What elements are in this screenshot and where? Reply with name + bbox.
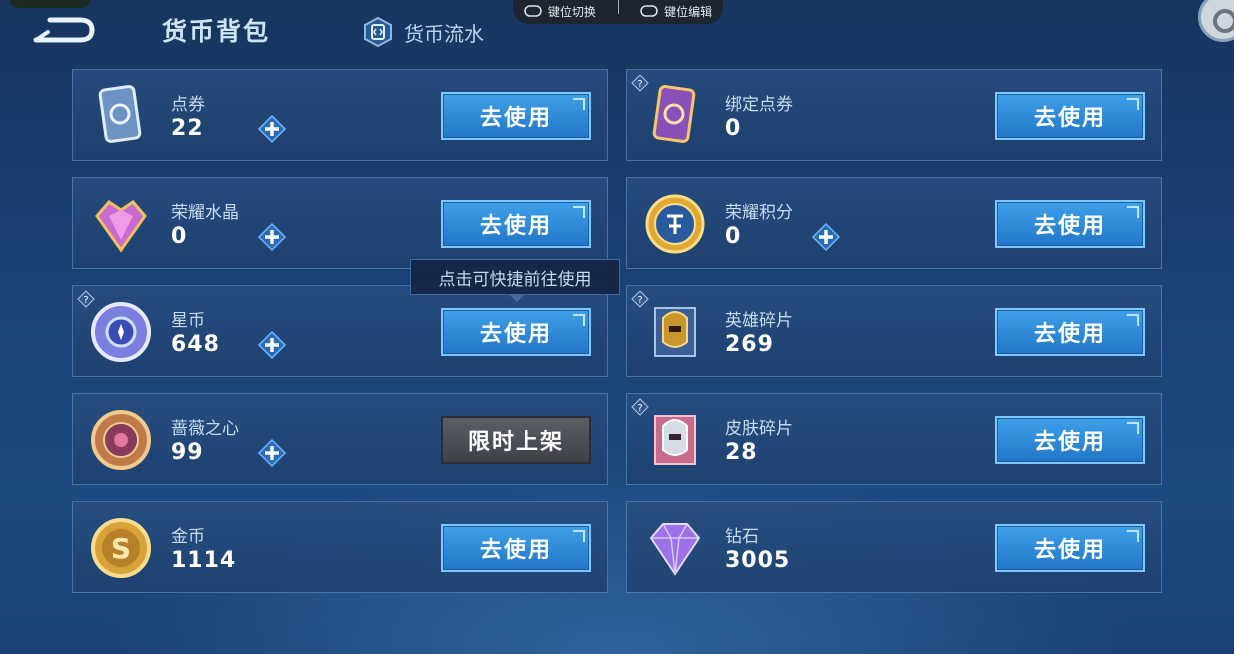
- glory-crystal-icon: [87, 190, 155, 258]
- back-button[interactable]: [28, 10, 98, 50]
- limited-time-button[interactable]: 限时上架: [441, 416, 591, 464]
- use-button[interactable]: 去使用: [995, 524, 1145, 572]
- gamepad-icon: [640, 5, 658, 17]
- card-gold-coin: S 金币 1114 去使用: [72, 501, 608, 593]
- tab-currency-flow[interactable]: 货币流水: [362, 16, 484, 48]
- currency-amount: 0: [725, 224, 742, 249]
- use-button[interactable]: 去使用: [441, 524, 591, 572]
- svg-text:S: S: [111, 532, 131, 565]
- key-switch-button[interactable]: 键位切换: [524, 3, 596, 20]
- plus-icon[interactable]: [257, 114, 287, 144]
- currency-name: 金币: [171, 527, 205, 547]
- currency-flow-icon: [364, 16, 392, 48]
- coupon-icon: [87, 82, 155, 150]
- rose-heart-icon: [87, 406, 155, 474]
- settings-button[interactable]: [1198, 0, 1234, 42]
- currency-amount: 269: [725, 332, 774, 357]
- use-button[interactable]: 去使用: [441, 200, 591, 248]
- plus-icon[interactable]: [257, 438, 287, 468]
- plus-icon[interactable]: [811, 222, 841, 252]
- currency-name: 荣耀积分: [725, 203, 793, 223]
- key-edit-label: 键位编辑: [664, 4, 713, 19]
- card-glory-crystal: 荣耀水晶 0 去使用: [72, 177, 608, 269]
- currency-name: 钻石: [725, 527, 759, 547]
- diamond-icon: [641, 514, 709, 582]
- use-tooltip: 点击可快捷前往使用: [410, 259, 620, 302]
- gold-coin-icon: S: [87, 514, 155, 582]
- skin-fragment-icon: [641, 406, 709, 474]
- currency-amount: 22: [171, 116, 204, 141]
- use-button[interactable]: 去使用: [441, 308, 591, 356]
- use-button[interactable]: 去使用: [441, 92, 591, 140]
- card-hero-fragment: ? 英雄碎片 269 去使用: [626, 285, 1162, 377]
- divider: [617, 0, 619, 14]
- card-glory-points: 荣耀积分 0 去使用: [626, 177, 1162, 269]
- key-mapping-bar: 键位切换 键位编辑: [513, 0, 723, 24]
- currency-amount: 1114: [171, 548, 237, 573]
- currency-amount: 0: [725, 116, 742, 141]
- card-star-coin: ? 星币 648 去使用: [72, 285, 608, 377]
- currency-amount: 0: [171, 224, 188, 249]
- top-bar: 货币背包 货币流水 键位切换 键位编辑: [0, 0, 1234, 60]
- gamepad-icon: [524, 5, 542, 17]
- currency-grid: 点券 22 去使用 ? 绑定点券 0 去使用 荣耀水晶 0 去使用 荣耀积分 0…: [72, 69, 1162, 593]
- plus-icon[interactable]: [257, 222, 287, 252]
- card-rose-heart: 蔷薇之心 99 限时上架: [72, 393, 608, 485]
- plus-icon[interactable]: [257, 330, 287, 360]
- hero-fragment-icon: [641, 298, 709, 366]
- currency-name: 英雄碎片: [725, 311, 793, 331]
- currency-name: 绑定点券: [725, 95, 793, 115]
- use-button[interactable]: 去使用: [995, 308, 1145, 356]
- card-diamond: 钻石 3005 去使用: [626, 501, 1162, 593]
- bound-coupon-icon: [641, 82, 709, 150]
- currency-name: 荣耀水晶: [171, 203, 239, 223]
- back-arrow-icon: [33, 17, 95, 43]
- currency-amount: 3005: [725, 548, 791, 573]
- currency-name: 皮肤碎片: [725, 419, 793, 439]
- currency-name: 星币: [171, 311, 205, 331]
- use-button[interactable]: 去使用: [995, 200, 1145, 248]
- tab-currency-flow-label: 货币流水: [404, 21, 484, 46]
- currency-name: 点券: [171, 95, 205, 115]
- card-coupon: 点券 22 去使用: [72, 69, 608, 161]
- card-skin-fragment: ? 皮肤碎片 28 去使用: [626, 393, 1162, 485]
- star-coin-icon: [87, 298, 155, 366]
- currency-amount: 99: [171, 440, 204, 465]
- glory-points-icon: [641, 190, 709, 258]
- key-edit-button[interactable]: 键位编辑: [640, 3, 712, 20]
- key-switch-label: 键位切换: [547, 4, 596, 19]
- currency-amount: 28: [725, 440, 758, 465]
- use-button[interactable]: 去使用: [995, 416, 1145, 464]
- tab-currency-wallet[interactable]: 货币背包: [162, 12, 270, 48]
- currency-amount: 648: [171, 332, 220, 357]
- currency-name: 蔷薇之心: [171, 419, 239, 439]
- card-bound-coupon: ? 绑定点券 0 去使用: [626, 69, 1162, 161]
- use-button[interactable]: 去使用: [995, 92, 1145, 140]
